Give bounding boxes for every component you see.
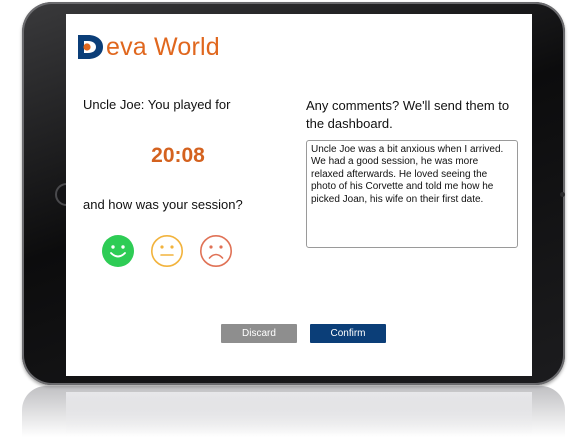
played-for-label: Uncle Joe: You played for (83, 97, 231, 112)
confirm-button[interactable]: Confirm (310, 324, 386, 343)
comments-textarea[interactable]: Uncle Joe was a bit anxious when I arriv… (306, 140, 518, 248)
comments-label: Any comments? We'll send them to the das… (306, 98, 510, 131)
discard-button[interactable]: Discard (221, 324, 297, 343)
session-rating-question: and how was your session? (83, 197, 243, 212)
app-screen: eva World Uncle Joe: You played for 20:0… (66, 14, 532, 376)
deva-logo-icon (78, 35, 103, 59)
screen-reflection (66, 392, 532, 443)
camera-dot (560, 192, 565, 197)
happy-face-icon[interactable] (101, 234, 135, 268)
sad-face-icon[interactable] (199, 234, 233, 268)
session-duration: 20:08 (151, 144, 205, 167)
deva-world-logo: eva World (75, 32, 220, 62)
logo-wordmark: eva World (106, 32, 220, 61)
rating-options (101, 234, 233, 268)
neutral-face-icon[interactable] (150, 234, 184, 268)
